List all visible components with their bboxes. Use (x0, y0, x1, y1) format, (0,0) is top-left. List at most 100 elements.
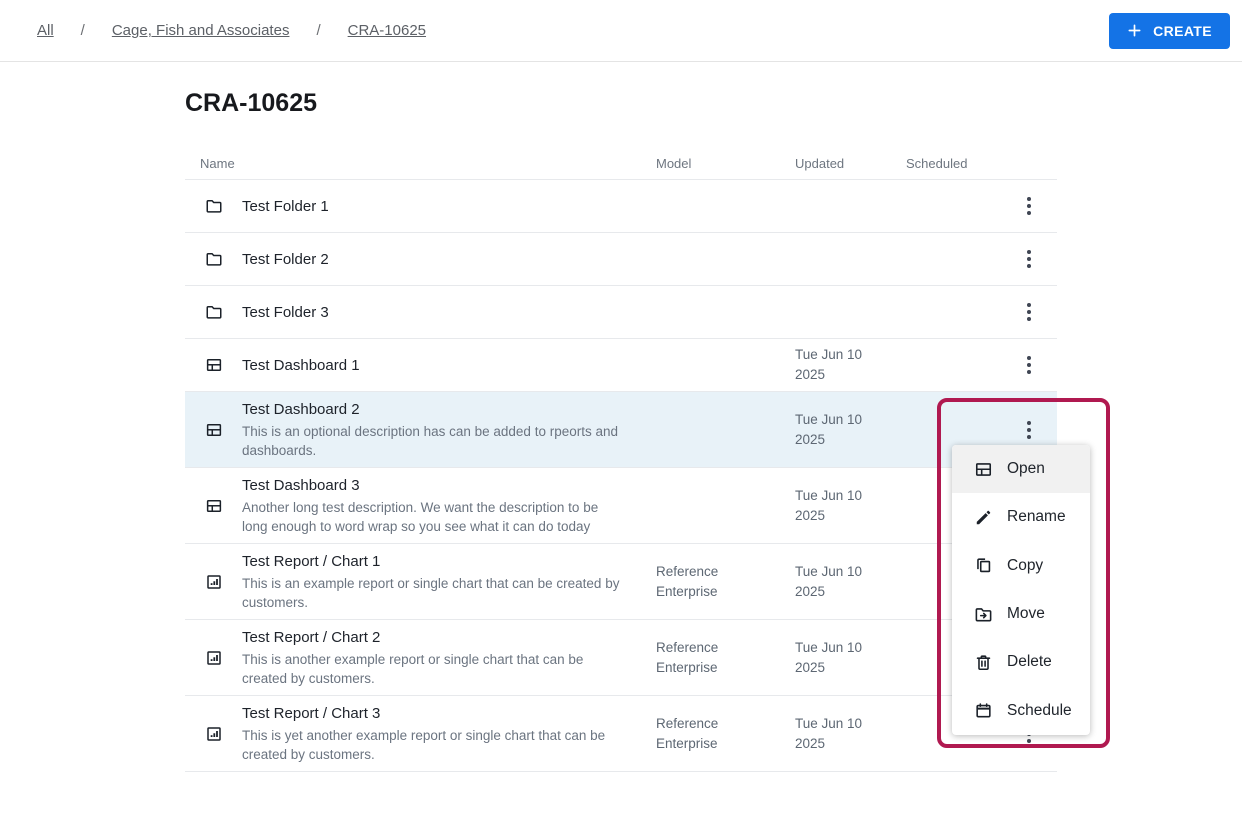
column-header-scheduled: Scheduled (906, 156, 1014, 171)
table-row[interactable]: Test Folder 2 (185, 233, 1057, 286)
row-actions-kebab-icon[interactable] (1014, 297, 1044, 327)
table-row[interactable]: Test Folder 1 (185, 180, 1057, 233)
item-name: Test Folder 3 (242, 302, 625, 323)
context-menu-item-label: Rename (1007, 508, 1066, 526)
model-cell (656, 233, 795, 285)
updated-cell: Tue Jun 10 2025 (795, 620, 906, 695)
folder-icon (205, 250, 223, 268)
context-menu-item[interactable]: Delete (952, 638, 1090, 686)
folder-icon (205, 197, 223, 215)
updated-cell (795, 233, 906, 285)
row-actions-kebab-icon[interactable] (1014, 415, 1044, 445)
table-row[interactable]: Test Dashboard 1 Tue Jun 10 2025 (185, 339, 1057, 392)
updated-cell (795, 286, 906, 338)
item-description: This is another example report or single… (242, 650, 625, 688)
scheduled-cell (906, 180, 1014, 232)
table-row[interactable]: Test Dashboard 3 Another long test descr… (185, 468, 1057, 544)
pencil-icon (974, 508, 993, 527)
dashboard-icon (205, 497, 223, 515)
item-name: Test Report / Chart 1 (242, 551, 625, 572)
breadcrumb-separator: / (316, 22, 320, 39)
calendar-icon (974, 701, 993, 720)
model-cell (656, 392, 795, 467)
report-icon (205, 725, 223, 743)
copy-icon (974, 556, 993, 575)
table-row[interactable]: Test Dashboard 2 This is an optional des… (185, 392, 1057, 468)
item-name: Test Dashboard 3 (242, 475, 625, 496)
name-cell: Test Report / Chart 2 This is another ex… (185, 620, 656, 695)
main-content: CRA-10625 Name Model Updated Scheduled T… (185, 62, 1057, 772)
context-menu-item-label: Schedule (1007, 702, 1072, 720)
item-description: This is yet another example report or si… (242, 726, 625, 764)
report-icon (205, 573, 223, 591)
name-cell: Test Folder 3 (185, 286, 656, 338)
top-header: All / Cage, Fish and Associates / CRA-10… (0, 0, 1242, 62)
column-header-updated: Updated (795, 156, 906, 171)
model-cell (656, 468, 795, 543)
context-menu-item[interactable]: Copy (952, 542, 1090, 590)
name-cell: Test Report / Chart 3 This is yet anothe… (185, 696, 656, 771)
item-name: Test Folder 1 (242, 196, 625, 217)
item-description: Another long test description. We want t… (242, 498, 625, 536)
page-title: CRA-10625 (185, 88, 1057, 118)
dashboard-icon (205, 356, 223, 374)
name-cell: Test Dashboard 3 Another long test descr… (185, 468, 656, 543)
breadcrumb-link-current[interactable]: CRA-10625 (348, 22, 426, 39)
model-cell (656, 180, 795, 232)
dashboard-icon (974, 460, 993, 479)
context-menu-item-label: Delete (1007, 653, 1052, 671)
name-cell: Test Folder 2 (185, 233, 656, 285)
table-row[interactable]: Test Report / Chart 1 This is an example… (185, 544, 1057, 620)
column-header-name: Name (185, 156, 656, 171)
table-row[interactable]: Test Report / Chart 3 This is yet anothe… (185, 696, 1057, 772)
breadcrumb: All / Cage, Fish and Associates / CRA-10… (37, 22, 426, 39)
item-name: Test Folder 2 (242, 249, 625, 270)
table-body: Test Folder 1 Test Folder 2 (185, 180, 1057, 772)
model-cell: Reference Enterprise (656, 620, 795, 695)
updated-cell (795, 180, 906, 232)
model-cell (656, 286, 795, 338)
table-header: Name Model Updated Scheduled (185, 148, 1057, 180)
name-cell: Test Dashboard 1 (185, 339, 656, 391)
report-icon (205, 649, 223, 667)
context-menu-item[interactable]: Open (952, 445, 1090, 493)
model-cell: Reference Enterprise (656, 696, 795, 771)
context-menu-item-label: Open (1007, 460, 1045, 478)
breadcrumb-link-client[interactable]: Cage, Fish and Associates (112, 22, 290, 39)
create-button[interactable]: CREATE (1109, 13, 1230, 49)
items-table: Name Model Updated Scheduled Test Folder… (185, 148, 1057, 772)
updated-cell: Tue Jun 10 2025 (795, 392, 906, 467)
scheduled-cell (906, 286, 1014, 338)
item-name: Test Report / Chart 2 (242, 627, 625, 648)
row-actions-kebab-icon[interactable] (1014, 191, 1044, 221)
name-cell: Test Dashboard 2 This is an optional des… (185, 392, 656, 467)
row-actions-kebab-icon[interactable] (1014, 350, 1044, 380)
item-name: Test Dashboard 2 (242, 399, 625, 420)
updated-cell: Tue Jun 10 2025 (795, 339, 906, 391)
context-menu-item[interactable]: Schedule (952, 687, 1090, 735)
row-actions-kebab-icon[interactable] (1014, 244, 1044, 274)
updated-cell: Tue Jun 10 2025 (795, 544, 906, 619)
item-name: Test Dashboard 1 (242, 355, 625, 376)
item-name: Test Report / Chart 3 (242, 703, 625, 724)
name-cell: Test Report / Chart 1 This is an example… (185, 544, 656, 619)
updated-cell: Tue Jun 10 2025 (795, 468, 906, 543)
trash-icon (974, 653, 993, 672)
item-description: This is an optional description has can … (242, 422, 625, 460)
folder-icon (205, 303, 223, 321)
name-cell: Test Folder 1 (185, 180, 656, 232)
context-menu-item-label: Move (1007, 605, 1045, 623)
context-menu-item[interactable]: Rename (952, 493, 1090, 541)
breadcrumb-link-all[interactable]: All (37, 22, 54, 39)
row-context-menu: Open Rename Copy Move Delete Schedule (952, 445, 1090, 735)
updated-cell: Tue Jun 10 2025 (795, 696, 906, 771)
table-row[interactable]: Test Folder 3 (185, 286, 1057, 339)
context-menu-item[interactable]: Move (952, 590, 1090, 638)
table-row[interactable]: Test Report / Chart 2 This is another ex… (185, 620, 1057, 696)
plus-icon (1127, 23, 1142, 38)
item-description: This is an example report or single char… (242, 574, 625, 612)
model-cell: Reference Enterprise (656, 544, 795, 619)
scheduled-cell (906, 233, 1014, 285)
model-cell (656, 339, 795, 391)
column-header-model: Model (656, 156, 795, 171)
